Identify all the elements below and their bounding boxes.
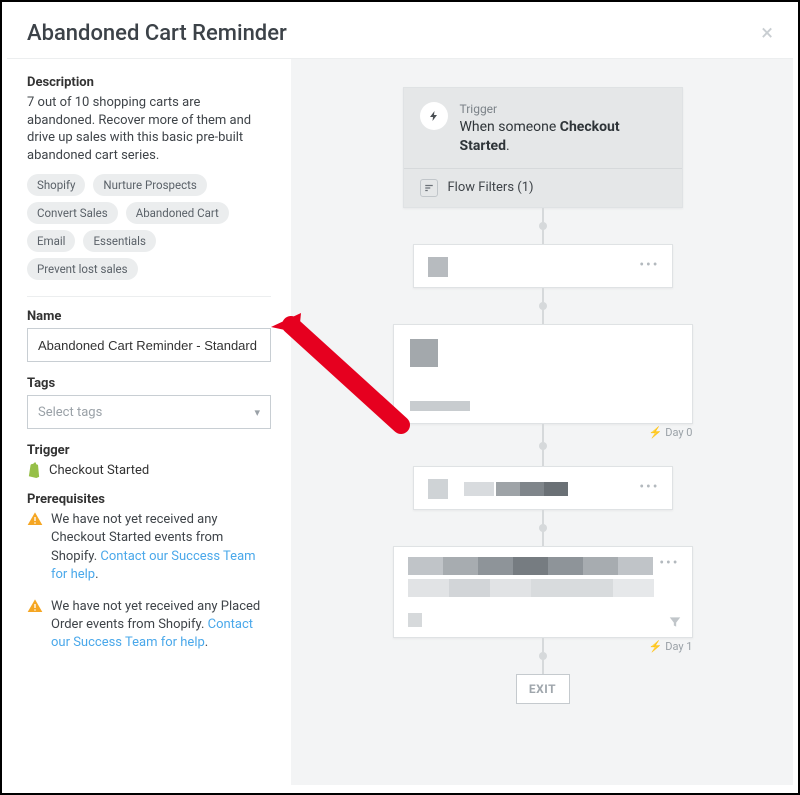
chevron-down-icon: ▾ [254, 406, 260, 419]
day-marker: ⚡ Day 1 [649, 640, 693, 653]
bolt-icon [420, 102, 448, 130]
tag-pill: Prevent lost sales [27, 258, 138, 280]
node-menu-icon[interactable]: ••• [639, 257, 659, 273]
description-label: Description [27, 75, 271, 90]
flow-step-node[interactable]: ••• [393, 546, 693, 638]
filter-icon [420, 179, 438, 197]
tags-placeholder: Select tags [38, 405, 102, 420]
tag-pill: Nurture Prospects [93, 174, 206, 196]
tag-pill: Abandoned Cart [126, 202, 229, 224]
flow-step-node[interactable]: ••• [413, 244, 673, 288]
warning-icon [27, 598, 43, 614]
node-menu-icon[interactable]: ••• [659, 555, 679, 571]
funnel-icon [668, 615, 682, 629]
tag-pill: Essentials [83, 230, 155, 252]
tag-pill: Shopify [27, 174, 85, 196]
close-icon[interactable]: × [761, 23, 773, 45]
tag-pill: Email [27, 230, 75, 252]
trigger-node[interactable]: Trigger When someone Checkout Started. F… [403, 87, 683, 208]
flow-step-node[interactable]: ••• [413, 466, 673, 510]
day-marker: ⚡ Day 0 [649, 426, 693, 439]
node-menu-icon[interactable]: ••• [639, 479, 659, 495]
trigger-node-text: When someone Checkout Started. [460, 118, 666, 156]
exit-node[interactable]: EXIT [516, 674, 570, 704]
flow-canvas: Trigger When someone Checkout Started. F… [291, 59, 793, 785]
left-panel: Description 7 out of 10 shopping carts a… [7, 59, 291, 785]
description-tags: Shopify Nurture Prospects Convert Sales … [27, 174, 271, 280]
tags-label: Tags [27, 376, 271, 391]
trigger-node-label: Trigger [460, 102, 666, 116]
tags-select[interactable]: Select tags ▾ [27, 395, 271, 429]
name-label: Name [27, 309, 271, 324]
prerequisites-label: Prerequisites [27, 492, 271, 507]
flow-step-node[interactable] [393, 324, 693, 424]
shopify-icon [27, 462, 41, 478]
tag-pill: Convert Sales [27, 202, 118, 224]
prerequisite-item: We have not yet received any Placed Orde… [27, 598, 271, 653]
trigger-label: Trigger [27, 443, 271, 458]
trigger-value: Checkout Started [49, 463, 149, 478]
flow-filters-text: Flow Filters (1) [448, 180, 534, 195]
description-text: 7 out of 10 shopping carts are abandoned… [27, 94, 271, 164]
prerequisite-item: We have not yet received any Checkout St… [27, 511, 271, 584]
modal-title: Abandoned Cart Reminder [27, 21, 761, 46]
name-input[interactable] [27, 328, 271, 362]
warning-icon [27, 511, 43, 527]
divider [27, 296, 271, 297]
